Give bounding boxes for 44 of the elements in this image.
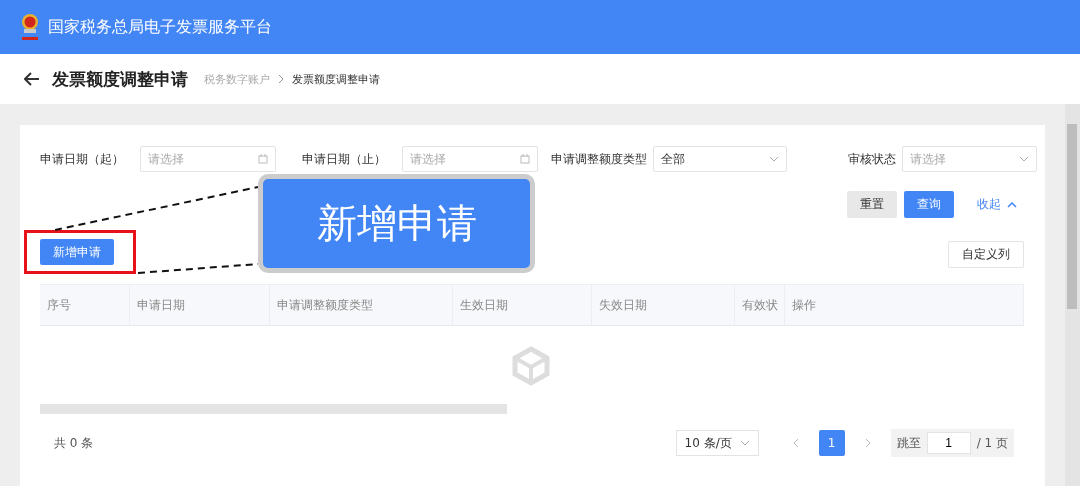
empty-box-icon <box>511 346 551 386</box>
chevron-down-icon <box>739 440 750 446</box>
new-application-button[interactable]: 新增申请 <box>40 239 114 265</box>
column-header: 申请日期 <box>130 285 270 325</box>
column-header: 生效日期 <box>453 285 592 325</box>
column-header: 失效日期 <box>592 285 735 325</box>
filter-label: 申请调整额度类型 <box>551 150 648 168</box>
reset-button[interactable]: 重置 <box>847 191 897 218</box>
page-title: 发票额度调整申请 <box>52 67 188 91</box>
column-header: 序号 <box>40 285 130 325</box>
page-button[interactable]: 1 <box>818 430 845 456</box>
filter-label: 审核状态 <box>848 150 897 168</box>
date-field[interactable]: 请选择 <box>140 146 276 172</box>
back-arrow-icon[interactable] <box>24 72 40 86</box>
jump-label: 跳至 <box>896 434 921 452</box>
date-field[interactable]: 请选择 <box>402 146 538 172</box>
query-button[interactable]: 查询 <box>904 191 954 218</box>
filter-label: 申请日期（止） <box>302 150 387 168</box>
calendar-icon <box>520 154 530 164</box>
select-field[interactable]: 请选择 <box>902 146 1037 172</box>
chevron-down-icon <box>769 156 779 162</box>
previous-page-icon[interactable] <box>792 438 799 448</box>
magnified-button-callout: 新增申请 <box>258 174 535 273</box>
page-input[interactable]: 1 <box>926 432 971 454</box>
breadcrumb-item: 发票额度调整申请 <box>292 71 380 87</box>
total-count: 共 0 条 <box>54 434 94 452</box>
page-count: / 1 页 <box>976 434 1008 452</box>
column-header: 有效状 <box>735 285 785 325</box>
next-page-icon[interactable] <box>864 438 871 448</box>
horizontal-scrollbar[interactable] <box>40 404 507 414</box>
calendar-icon <box>258 154 268 164</box>
chevron-down-icon <box>1019 156 1029 162</box>
collapse-link[interactable]: 收起 <box>971 195 1023 214</box>
column-header: 操作 <box>785 285 1024 325</box>
breadcrumb-item[interactable]: 税务数字账户 <box>204 71 270 87</box>
filter-label: 申请日期（起） <box>40 150 125 168</box>
page-size-select[interactable]: 10 条/页 <box>675 430 759 456</box>
platform-title: 国家税务总局电子发票服务平台 <box>48 16 272 38</box>
chevron-up-icon <box>1007 201 1017 208</box>
vertical-scrollbar[interactable] <box>1065 104 1080 486</box>
column-header: 申请调整额度类型 <box>270 285 453 325</box>
chevron-right-icon <box>278 74 284 84</box>
select-field[interactable]: 全部 <box>653 146 787 172</box>
custom-columns-button[interactable]: 自定义列 <box>948 241 1024 268</box>
